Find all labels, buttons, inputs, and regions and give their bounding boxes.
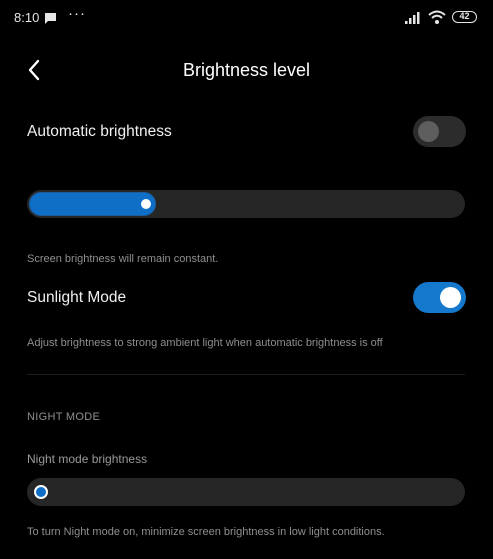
night-mode-slider-thumb[interactable]	[34, 485, 48, 499]
brightness-settings-screen: 8:10 ··· 42 Brightness level Automatic b…	[0, 0, 493, 559]
toggle-knob	[440, 287, 461, 308]
sunlight-mode-label: Sunlight Mode	[27, 289, 127, 306]
signal-icon	[405, 11, 421, 29]
night-mode-brightness-slider[interactable]	[27, 478, 465, 506]
brightness-slider-fill	[29, 192, 156, 216]
brightness-slider[interactable]	[27, 190, 465, 218]
brightness-caption: Screen brightness will remain constant.	[27, 253, 219, 265]
page-title: Brightness level	[182, 60, 311, 80]
night-mode-brightness-label: Night mode brightness	[27, 452, 148, 466]
wifi-icon	[428, 10, 446, 29]
automatic-brightness-label: Automatic brightness	[27, 123, 172, 140]
toggle-knob	[418, 121, 439, 142]
night-mode-caption: To turn Night mode on, minimize screen b…	[27, 526, 385, 538]
sunlight-mode-description: Adjust brightness to strong ambient ligh…	[27, 337, 383, 349]
battery-icon: 42	[452, 11, 477, 23]
section-divider	[27, 374, 465, 375]
brightness-slider-thumb[interactable]	[141, 199, 151, 209]
status-time: 8:10	[14, 10, 40, 25]
status-bar: 8:10 ··· 42	[0, 0, 493, 36]
automatic-brightness-toggle[interactable]	[413, 116, 466, 147]
sunlight-mode-toggle[interactable]	[413, 282, 466, 313]
night-mode-section-title: NIGHT MODE	[27, 411, 101, 423]
more-notifications-indicator: ···	[68, 5, 86, 22]
message-icon	[45, 11, 56, 29]
